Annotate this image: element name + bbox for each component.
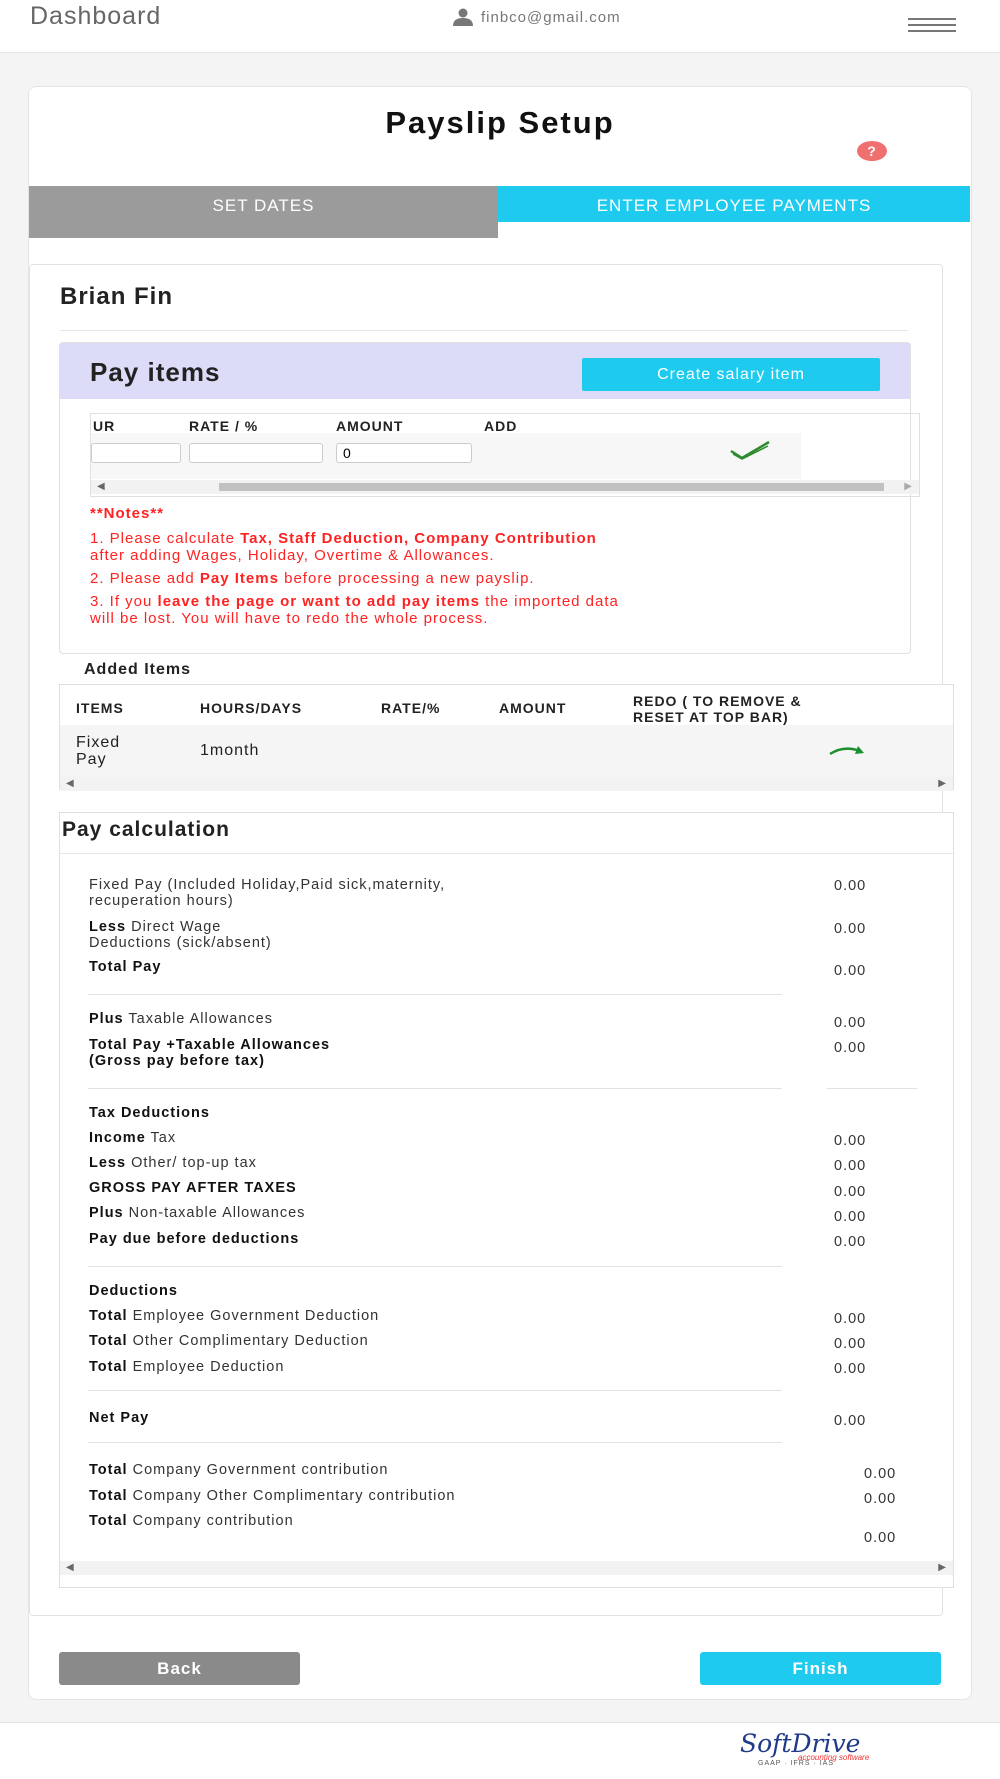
company-contribution-value: 0.00 <box>864 1530 897 1546</box>
column-header-amount: AMOUNT <box>336 418 404 434</box>
rate-input[interactable] <box>189 443 323 463</box>
column-header-add: ADD <box>484 418 518 434</box>
employee-panel: Brian Fin Pay items Create salary item U… <box>29 264 954 1616</box>
column-header-hours: UR <box>93 418 116 434</box>
employee-deduction-value: 0.00 <box>834 1361 867 1377</box>
total-pay-value: 0.00 <box>834 963 867 979</box>
fixed-pay-label: Fixed Pay (Included Holiday,Paid sick,ma… <box>89 877 446 909</box>
tab-set-dates[interactable]: SET DATES <box>29 186 498 238</box>
pay-calculation-title: Pay calculation <box>62 818 230 841</box>
direct-wage-deductions-value: 0.00 <box>834 921 867 937</box>
logo-standards: GAAP · IFRS · IAS <box>758 1760 834 1767</box>
hours-input[interactable] <box>91 443 181 463</box>
finish-button[interactable]: Finish <box>700 1652 941 1685</box>
net-pay-value: 0.00 <box>834 1413 867 1429</box>
gross-pay-before-tax-value: 0.00 <box>834 1040 867 1056</box>
pay-items-section: Pay items Create salary item UR RATE / %… <box>59 342 920 654</box>
company-other-complimentary-contribution-label: Total Company Other Complimentary contri… <box>89 1488 456 1504</box>
note-1: 1. Please calculate Tax, Staff Deduction… <box>90 530 597 564</box>
gross-pay-before-tax-label: Total Pay +Taxable Allowances (Gross pay … <box>89 1037 331 1069</box>
redo-arrow-icon[interactable] <box>828 743 868 757</box>
pay-items-title: Pay items <box>90 357 221 387</box>
divider <box>88 1088 782 1089</box>
non-taxable-allowances-label: Plus Non-taxable Allowances <box>89 1205 306 1221</box>
item-hours: 1month <box>200 742 260 759</box>
company-contribution-label: Total Company contribution <box>89 1513 294 1529</box>
pay-due-before-deductions-label: Pay due before deductions <box>89 1231 300 1247</box>
back-button[interactable]: Back <box>59 1652 300 1685</box>
entry-row <box>91 433 801 479</box>
divider <box>88 1266 782 1267</box>
softdrive-logo[interactable]: SoftDrive accounting software GAAP · IFR… <box>740 1729 930 1773</box>
divider <box>60 853 953 854</box>
income-tax-value: 0.00 <box>834 1133 867 1149</box>
person-icon <box>453 8 473 26</box>
divider <box>827 1088 917 1089</box>
divider <box>88 1442 782 1443</box>
notes-block: **Notes** 1. Please calculate Tax, Staff… <box>90 505 890 633</box>
gross-pay-after-taxes-label: GROSS PAY AFTER TAXES <box>89 1180 297 1196</box>
divider <box>88 994 782 995</box>
employee-name: Brian Fin <box>60 283 174 310</box>
pay-due-before-deductions-value: 0.00 <box>834 1234 867 1250</box>
item-name: Fixed Pay <box>76 734 121 768</box>
pay-items-entry-table: UR RATE / % AMOUNT ADD ◀ ▶ <box>90 413 920 497</box>
divider <box>60 330 908 331</box>
scrollbar-thumb[interactable] <box>219 483 884 491</box>
company-government-contribution-label: Total Company Government contribution <box>89 1462 389 1478</box>
fixed-pay-value: 0.00 <box>834 878 867 894</box>
gross-pay-after-taxes-value: 0.00 <box>834 1184 867 1200</box>
taxable-allowances-value: 0.00 <box>834 1015 867 1031</box>
total-pay-label: Total Pay <box>89 959 162 975</box>
amount-input[interactable] <box>336 443 472 463</box>
taxable-allowances-label: Plus Taxable Allowances <box>89 1011 273 1027</box>
column-header-rate: RATE/% <box>381 700 441 716</box>
dashboard-title[interactable]: Dashboard <box>30 2 161 31</box>
company-government-contribution-value: 0.00 <box>864 1466 897 1482</box>
divider <box>88 1390 782 1391</box>
column-header-amount: AMOUNT <box>499 700 567 716</box>
user-info[interactable]: finbco@gmail.com <box>452 8 621 26</box>
table-row: Fixed Pay 1month <box>60 725 953 777</box>
column-header-rate: RATE / % <box>189 418 259 434</box>
direct-wage-deductions-label: Less Direct Wage Deductions (sick/absent) <box>89 919 272 951</box>
payslip-setup-card: Payslip Setup ? SET DATES ENTER EMPLOYEE… <box>28 86 972 1700</box>
pay-calculation-section: Pay calculation Fixed Pay (Included Holi… <box>59 812 954 1588</box>
other-top-up-tax-label: Less Other/ top-up tax <box>89 1155 257 1171</box>
employee-government-deduction-value: 0.00 <box>834 1311 867 1327</box>
column-header-redo: REDO ( TO REMOVE & RESET AT TOP BAR) <box>633 693 802 725</box>
footer: SoftDrive accounting software GAAP · IFR… <box>0 1722 1000 1779</box>
income-tax-label: Income Tax <box>89 1130 177 1146</box>
added-items-label: Added Items <box>84 661 192 678</box>
page-title: Payslip Setup <box>385 105 615 140</box>
column-header-items: ITEMS <box>76 700 124 716</box>
notes-heading: **Notes** <box>90 505 165 522</box>
added-items-table: ITEMS HOURS/DAYS RATE/% AMOUNT REDO ( TO… <box>59 684 954 791</box>
question-icon[interactable]: ? <box>857 141 887 161</box>
deductions-heading: Deductions <box>89 1283 178 1299</box>
company-other-complimentary-contribution-value: 0.00 <box>864 1491 897 1507</box>
non-taxable-allowances-value: 0.00 <box>834 1209 867 1225</box>
employee-government-deduction-label: Total Employee Government Deduction <box>89 1308 380 1324</box>
tax-deductions-heading: Tax Deductions <box>89 1105 210 1121</box>
tab-enter-employee-payments[interactable]: ENTER EMPLOYEE PAYMENTS <box>498 186 970 222</box>
top-bar: Dashboard finbco@gmail.com <box>0 0 1000 53</box>
other-complimentary-deduction-label: Total Other Complimentary Deduction <box>89 1333 369 1349</box>
horizontal-scrollbar[interactable]: ◀ ▶ <box>91 480 919 494</box>
user-email: finbco@gmail.com <box>481 8 621 26</box>
other-top-up-tax-value: 0.00 <box>834 1158 867 1174</box>
other-complimentary-deduction-value: 0.00 <box>834 1336 867 1352</box>
note-3: 3. If you leave the page or want to add … <box>90 593 619 627</box>
create-salary-item-button[interactable]: Create salary item <box>582 358 880 391</box>
column-header-hours-days: HOURS/DAYS <box>200 700 303 716</box>
hamburger-icon[interactable] <box>908 18 956 34</box>
horizontal-scrollbar[interactable]: ◀ ▶ <box>60 777 953 791</box>
check-icon[interactable] <box>728 439 772 461</box>
note-2: 2. Please add Pay Items before processin… <box>90 570 535 587</box>
net-pay-label: Net Pay <box>89 1410 150 1426</box>
employee-deduction-label: Total Employee Deduction <box>89 1359 285 1375</box>
pay-items-header: Pay items Create salary item <box>60 343 910 399</box>
horizontal-scrollbar[interactable]: ◀ ▶ <box>60 1561 953 1575</box>
svg-text:?: ? <box>867 143 877 159</box>
